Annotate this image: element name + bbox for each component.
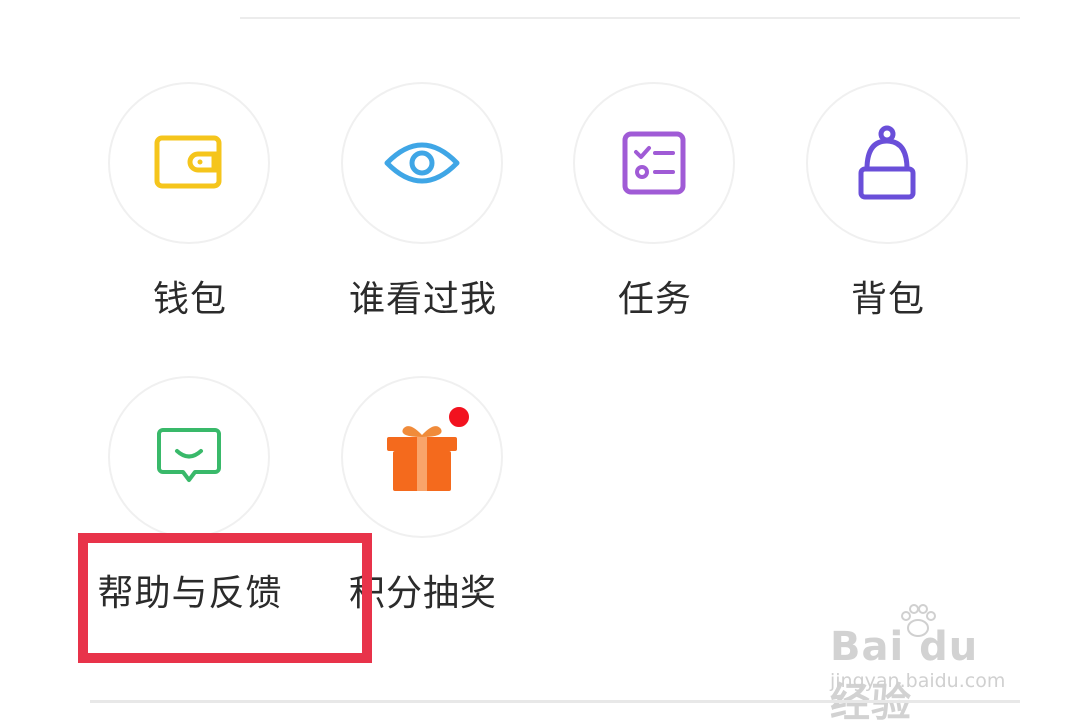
gift-icon-circle bbox=[341, 376, 503, 538]
menu-item-label: 任务 bbox=[617, 279, 692, 320]
menu-item-label: 积分抽奖 bbox=[348, 573, 497, 614]
task-list-icon bbox=[622, 131, 686, 195]
backpack-icon bbox=[858, 125, 916, 200]
feedback-chat-icon bbox=[157, 428, 221, 482]
top-divider bbox=[240, 17, 1020, 19]
eye-icon-circle bbox=[341, 82, 503, 244]
menu-item-label: 背包 bbox=[850, 279, 925, 320]
menu-item-label: 谁看过我 bbox=[348, 279, 497, 320]
watermark-url: jingyan.baidu.com bbox=[830, 670, 1006, 692]
bottom-divider bbox=[90, 700, 1020, 703]
wallet-icon bbox=[154, 135, 222, 189]
notification-dot bbox=[446, 404, 472, 430]
watermark: Bai du 经验 jingyan.baidu.com bbox=[830, 604, 1030, 726]
gift-icon bbox=[387, 426, 457, 491]
task-icon-circle bbox=[573, 82, 735, 244]
menu-item-label: 钱包 bbox=[152, 279, 227, 320]
feedback-icon-circle bbox=[108, 376, 270, 538]
wallet-icon-circle bbox=[108, 82, 270, 244]
menu-item-label: 帮助与反馈 bbox=[97, 573, 283, 614]
backpack-icon-circle bbox=[806, 82, 968, 244]
eye-icon bbox=[384, 142, 460, 184]
